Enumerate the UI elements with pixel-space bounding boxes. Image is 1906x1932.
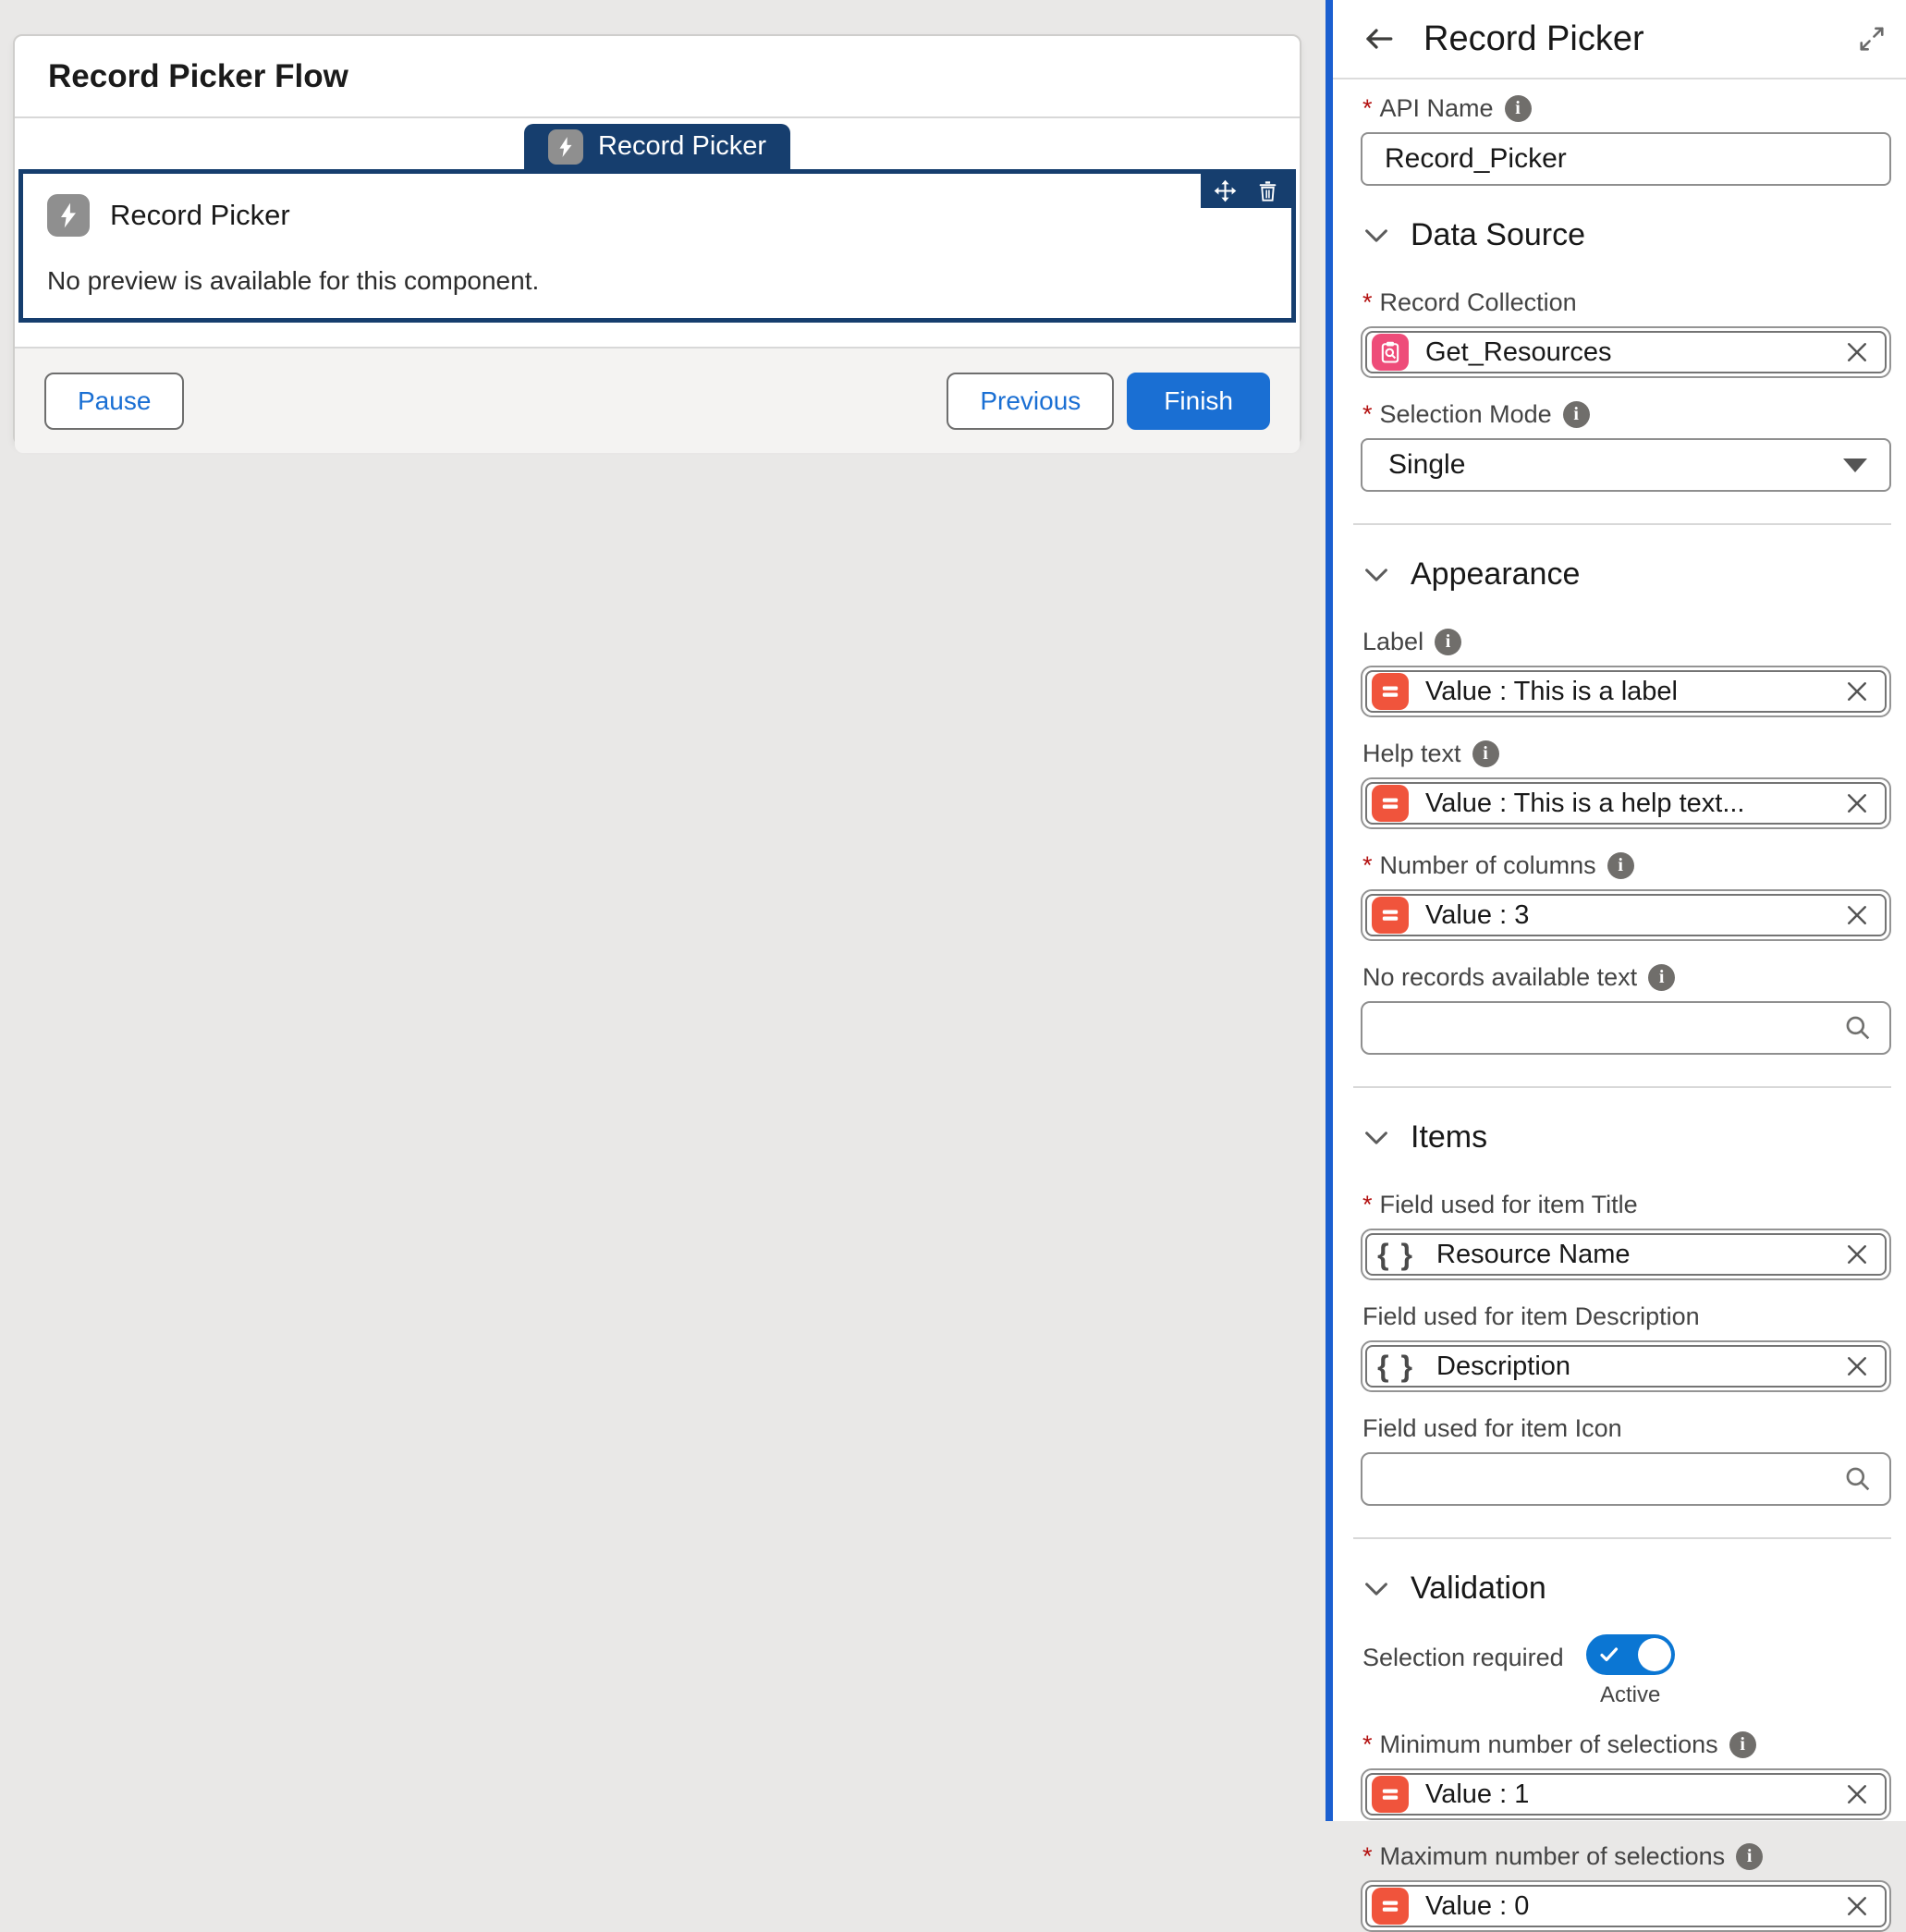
item-icon-label: Field used for item Icon xyxy=(1362,1414,1891,1443)
search-icon xyxy=(1843,1013,1873,1043)
record-collection-icon xyxy=(1372,334,1409,371)
no-preview-text: No preview is available for this compone… xyxy=(47,266,1267,296)
property-panel: Record Picker * API Name i Record_Picker… xyxy=(1333,0,1906,1821)
text-resource-icon xyxy=(1372,1776,1409,1813)
clear-icon[interactable] xyxy=(1835,1353,1870,1379)
info-icon[interactable]: i xyxy=(1648,964,1675,991)
section-data-source[interactable]: Data Source xyxy=(1364,217,1891,253)
label-label: Label i xyxy=(1362,628,1891,656)
panel-header: Record Picker xyxy=(1333,0,1906,79)
text-resource-icon xyxy=(1372,673,1409,710)
back-arrow-icon[interactable] xyxy=(1362,22,1396,55)
record-collection-pill[interactable]: Get_Resources xyxy=(1361,326,1891,378)
no-records-available-label: No records available text i xyxy=(1362,963,1891,992)
finish-button[interactable]: Finish xyxy=(1127,373,1270,430)
lightning-bolt-icon xyxy=(47,194,90,237)
chevron-down-icon xyxy=(1364,568,1388,582)
chevron-down-icon xyxy=(1364,1582,1388,1596)
braces-icon: { } xyxy=(1372,1238,1420,1272)
item-title-pill[interactable]: { } Resource Name xyxy=(1361,1229,1891,1280)
text-resource-icon xyxy=(1372,1888,1409,1925)
pause-button[interactable]: Pause xyxy=(44,373,184,430)
minimum-selections-label: * Minimum number of selections i xyxy=(1362,1730,1891,1759)
section-items[interactable]: Items xyxy=(1364,1119,1891,1156)
selection-required-label: Selection required xyxy=(1362,1644,1564,1672)
maximum-selections-label: * Maximum number of selections i xyxy=(1362,1842,1891,1871)
info-icon[interactable]: i xyxy=(1472,740,1499,767)
flow-header: Record Picker Flow xyxy=(15,36,1300,118)
search-icon xyxy=(1843,1464,1873,1494)
item-description-pill[interactable]: { } Description xyxy=(1361,1340,1891,1392)
text-resource-icon xyxy=(1372,897,1409,934)
section-divider xyxy=(1353,1086,1891,1088)
number-of-columns-pill[interactable]: Value : 3 xyxy=(1361,889,1891,941)
section-validation[interactable]: Validation xyxy=(1364,1571,1891,1607)
flow-title: Record Picker Flow xyxy=(48,58,348,95)
section-appearance[interactable]: Appearance xyxy=(1364,556,1891,593)
label-pill[interactable]: Value : This is a label xyxy=(1361,666,1891,717)
item-description-label: Field used for item Description xyxy=(1362,1302,1891,1331)
clear-icon[interactable] xyxy=(1835,339,1870,365)
trash-icon[interactable] xyxy=(1256,179,1279,202)
expand-icon[interactable] xyxy=(1858,25,1886,53)
component-tab-row: Record Picker xyxy=(15,124,1300,169)
no-records-available-input[interactable] xyxy=(1361,1001,1891,1055)
previous-button[interactable]: Previous xyxy=(947,373,1114,430)
chevron-down-icon xyxy=(1364,1131,1388,1145)
toggle-knob xyxy=(1638,1638,1671,1671)
record-collection-label: * Record Collection xyxy=(1362,288,1891,317)
clear-icon[interactable] xyxy=(1835,902,1870,928)
help-text-label: Help text i xyxy=(1362,740,1891,768)
info-icon[interactable]: i xyxy=(1736,1843,1763,1870)
selection-required-row: Selection required Active xyxy=(1362,1634,1891,1708)
panel-left-border xyxy=(1326,0,1333,1821)
maximum-selections-pill[interactable]: Value : 0 xyxy=(1361,1880,1891,1932)
text-resource-icon xyxy=(1372,785,1409,822)
flow-preview-card: Record Picker Flow Record Picker xyxy=(13,34,1301,446)
lightning-bolt-icon xyxy=(548,129,583,165)
component-heading: Record Picker xyxy=(47,194,1267,237)
item-icon-input[interactable] xyxy=(1361,1452,1891,1506)
minimum-selections-pill[interactable]: Value : 1 xyxy=(1361,1768,1891,1820)
dropdown-caret-icon xyxy=(1843,459,1867,472)
flow-footer: Pause Previous Finish xyxy=(15,348,1300,453)
braces-icon: { } xyxy=(1372,1350,1420,1384)
toggle-state-label: Active xyxy=(1600,1682,1660,1708)
clear-icon[interactable] xyxy=(1835,679,1870,704)
clear-icon[interactable] xyxy=(1835,1781,1870,1807)
move-icon[interactable] xyxy=(1213,178,1238,203)
info-icon[interactable]: i xyxy=(1607,852,1634,879)
selection-required-toggle[interactable] xyxy=(1586,1634,1675,1675)
item-title-label: * Field used for item Title xyxy=(1362,1191,1891,1219)
info-icon[interactable]: i xyxy=(1729,1731,1756,1758)
required-marker: * xyxy=(1362,94,1373,123)
clear-icon[interactable] xyxy=(1835,1893,1870,1919)
help-text-pill[interactable]: Value : This is a help text... xyxy=(1361,777,1891,829)
info-icon[interactable]: i xyxy=(1435,629,1461,655)
panel-title: Record Picker xyxy=(1423,19,1644,59)
info-icon[interactable]: i xyxy=(1505,95,1532,122)
selection-mode-select[interactable]: Single xyxy=(1361,438,1891,492)
component-action-chip xyxy=(1201,174,1291,208)
number-of-columns-label: * Number of columns i xyxy=(1362,851,1891,880)
clear-icon[interactable] xyxy=(1835,790,1870,816)
selection-mode-label: * Selection Mode i xyxy=(1362,400,1891,429)
clear-icon[interactable] xyxy=(1835,1241,1870,1267)
api-name-label: * API Name i xyxy=(1362,94,1891,123)
chevron-down-icon xyxy=(1364,228,1388,243)
section-divider xyxy=(1353,523,1891,525)
section-divider xyxy=(1353,1537,1891,1539)
component-tab[interactable]: Record Picker xyxy=(524,124,790,169)
info-icon[interactable]: i xyxy=(1563,401,1590,428)
component-title: Record Picker xyxy=(110,199,290,232)
component-tab-label: Record Picker xyxy=(598,131,766,162)
selected-component-box[interactable]: Record Picker No preview is available fo… xyxy=(18,169,1296,323)
api-name-input[interactable]: Record_Picker xyxy=(1361,132,1891,186)
panel-body: * API Name i Record_Picker Data Source *… xyxy=(1333,94,1906,1932)
check-icon xyxy=(1597,1644,1621,1666)
